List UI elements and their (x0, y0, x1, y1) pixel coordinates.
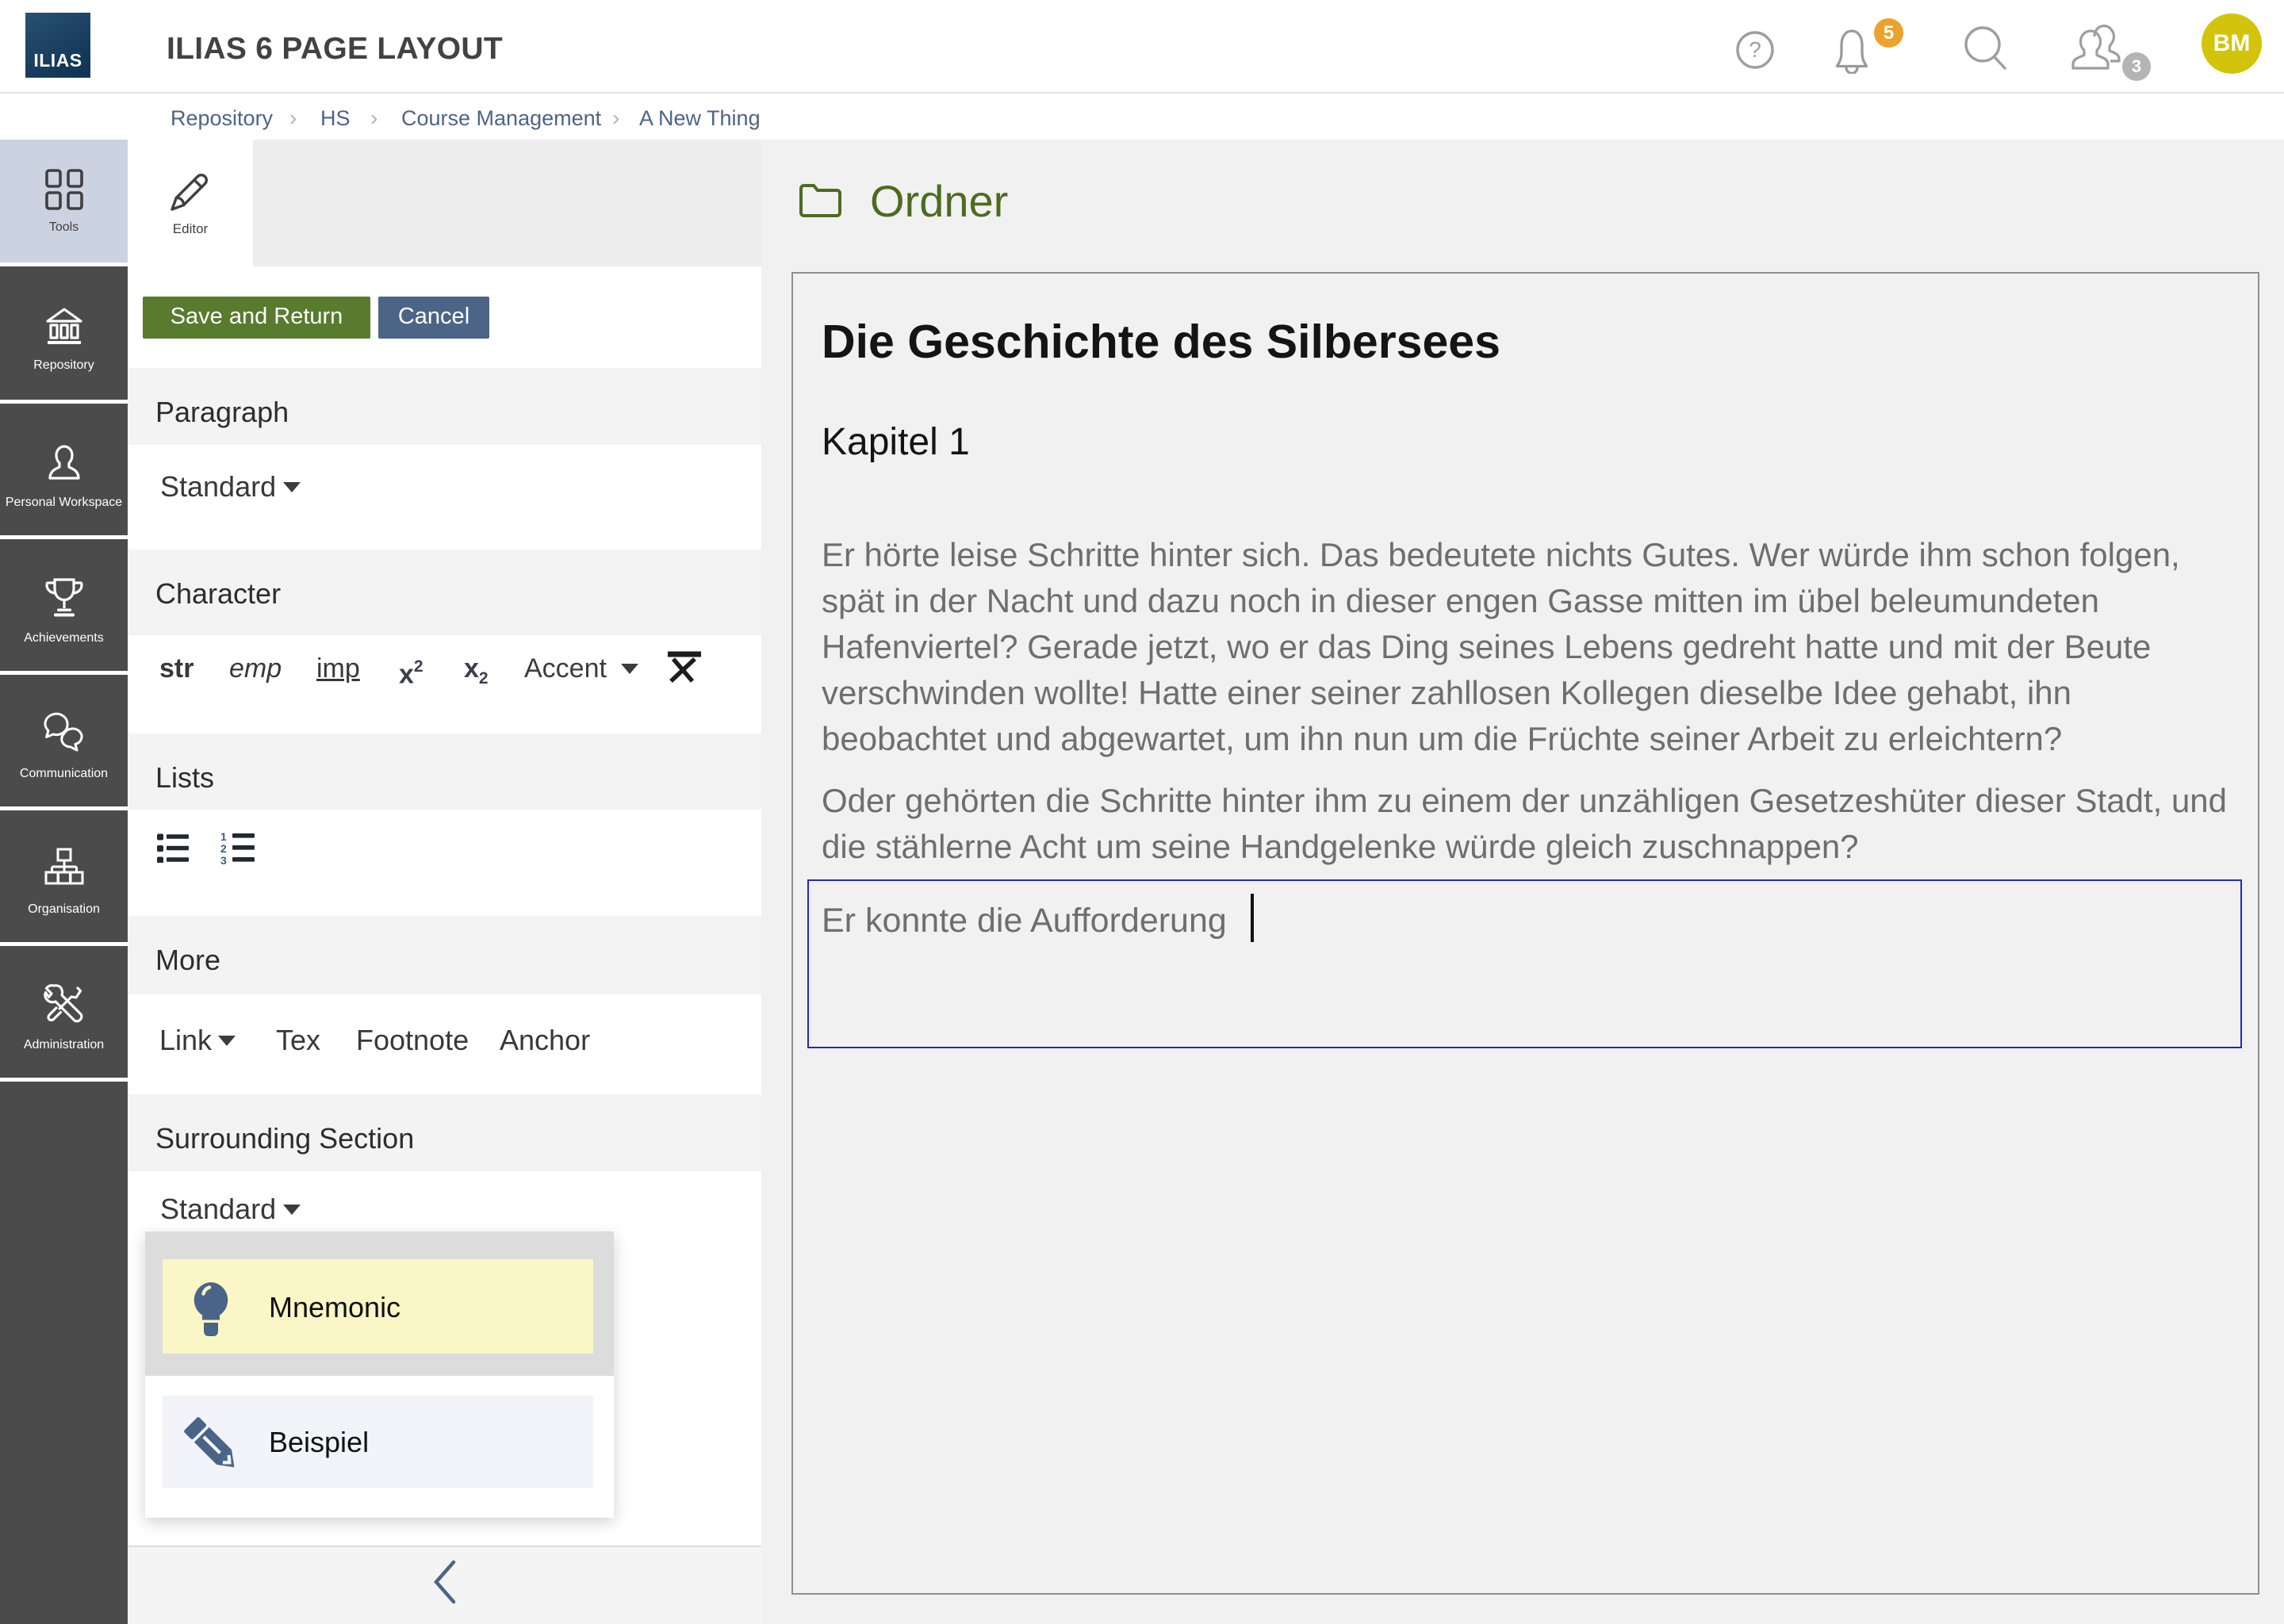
svg-text:?: ? (1749, 37, 1761, 62)
svg-text:3: 3 (220, 854, 227, 864)
svg-text:2: 2 (220, 842, 227, 855)
svg-text:1: 1 (220, 831, 227, 843)
